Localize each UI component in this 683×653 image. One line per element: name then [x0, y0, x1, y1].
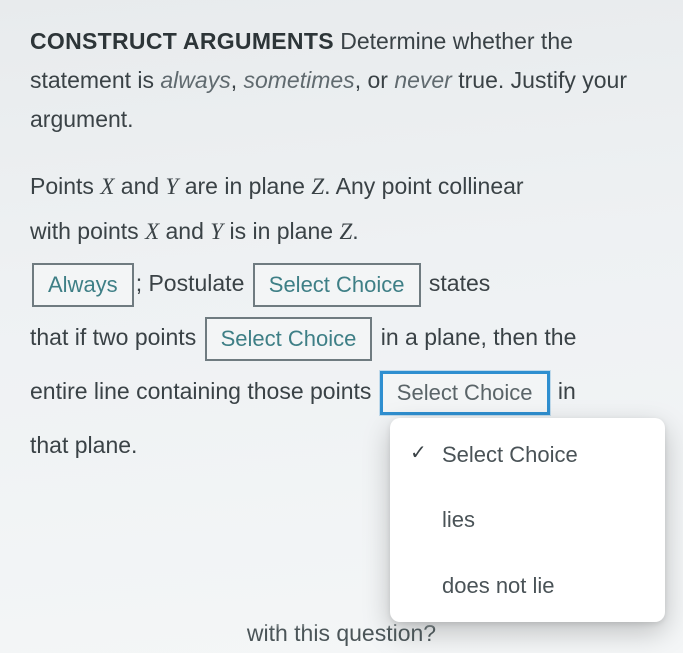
option-label: lies	[442, 507, 475, 532]
heading-construct-arguments: CONSTRUCT ARGUMENTS	[30, 28, 334, 54]
text: that if two points	[30, 324, 203, 350]
question-line-1: Points X and Y are in plane Z. Any point…	[30, 167, 653, 206]
text: in a plane, then the	[374, 324, 576, 350]
select-two-points[interactable]: Select Choice	[205, 317, 373, 361]
var-x: X	[100, 174, 114, 199]
dropdown-option-lies[interactable]: lies	[390, 487, 665, 552]
sep: ,	[231, 67, 244, 93]
dropdown-option-does-not-lie[interactable]: does not lie	[390, 553, 665, 618]
word-sometimes: sometimes	[243, 67, 354, 93]
text: is in plane	[223, 218, 339, 244]
text: in	[552, 378, 576, 404]
text: . Any point collinear	[324, 173, 523, 199]
text: Points	[30, 173, 100, 199]
var-z: Z	[311, 174, 324, 199]
text: that plane.	[30, 432, 137, 458]
select-answer-1[interactable]: Always	[32, 263, 134, 307]
select-postulate[interactable]: Select Choice	[253, 263, 421, 307]
text: states	[423, 270, 491, 296]
text: and	[114, 173, 165, 199]
text: entire line containing those points	[30, 378, 378, 404]
text: with points	[30, 218, 145, 244]
select-placeholder: Select Choice	[221, 314, 357, 365]
help-question-hint: with this question?	[132, 614, 552, 653]
option-label: Select Choice	[442, 442, 578, 467]
text: .	[352, 218, 358, 244]
var-y: Y	[210, 219, 223, 244]
question-line-2: with points X and Y is in plane Z.	[30, 212, 653, 251]
select-placeholder: Select Choice	[269, 260, 405, 311]
var-y: Y	[166, 174, 179, 199]
var-z: Z	[339, 219, 352, 244]
option-label: does not lie	[442, 573, 555, 598]
word-never: never	[394, 67, 452, 93]
select-placeholder: Select Choice	[397, 368, 533, 419]
text: ; Postulate	[136, 270, 251, 296]
select-line-lies[interactable]: Select Choice	[380, 371, 550, 415]
instruction-block: CONSTRUCT ARGUMENTS Determine whether th…	[30, 22, 653, 139]
dropdown-option-placeholder[interactable]: Select Choice	[390, 422, 665, 487]
text: and	[159, 218, 210, 244]
text: are in plane	[178, 173, 311, 199]
dropdown-menu[interactable]: Select Choice lies does not lie	[390, 418, 665, 622]
var-x: X	[145, 219, 159, 244]
sep: , or	[355, 67, 395, 93]
select-value: Always	[48, 260, 118, 311]
word-always: always	[160, 67, 230, 93]
